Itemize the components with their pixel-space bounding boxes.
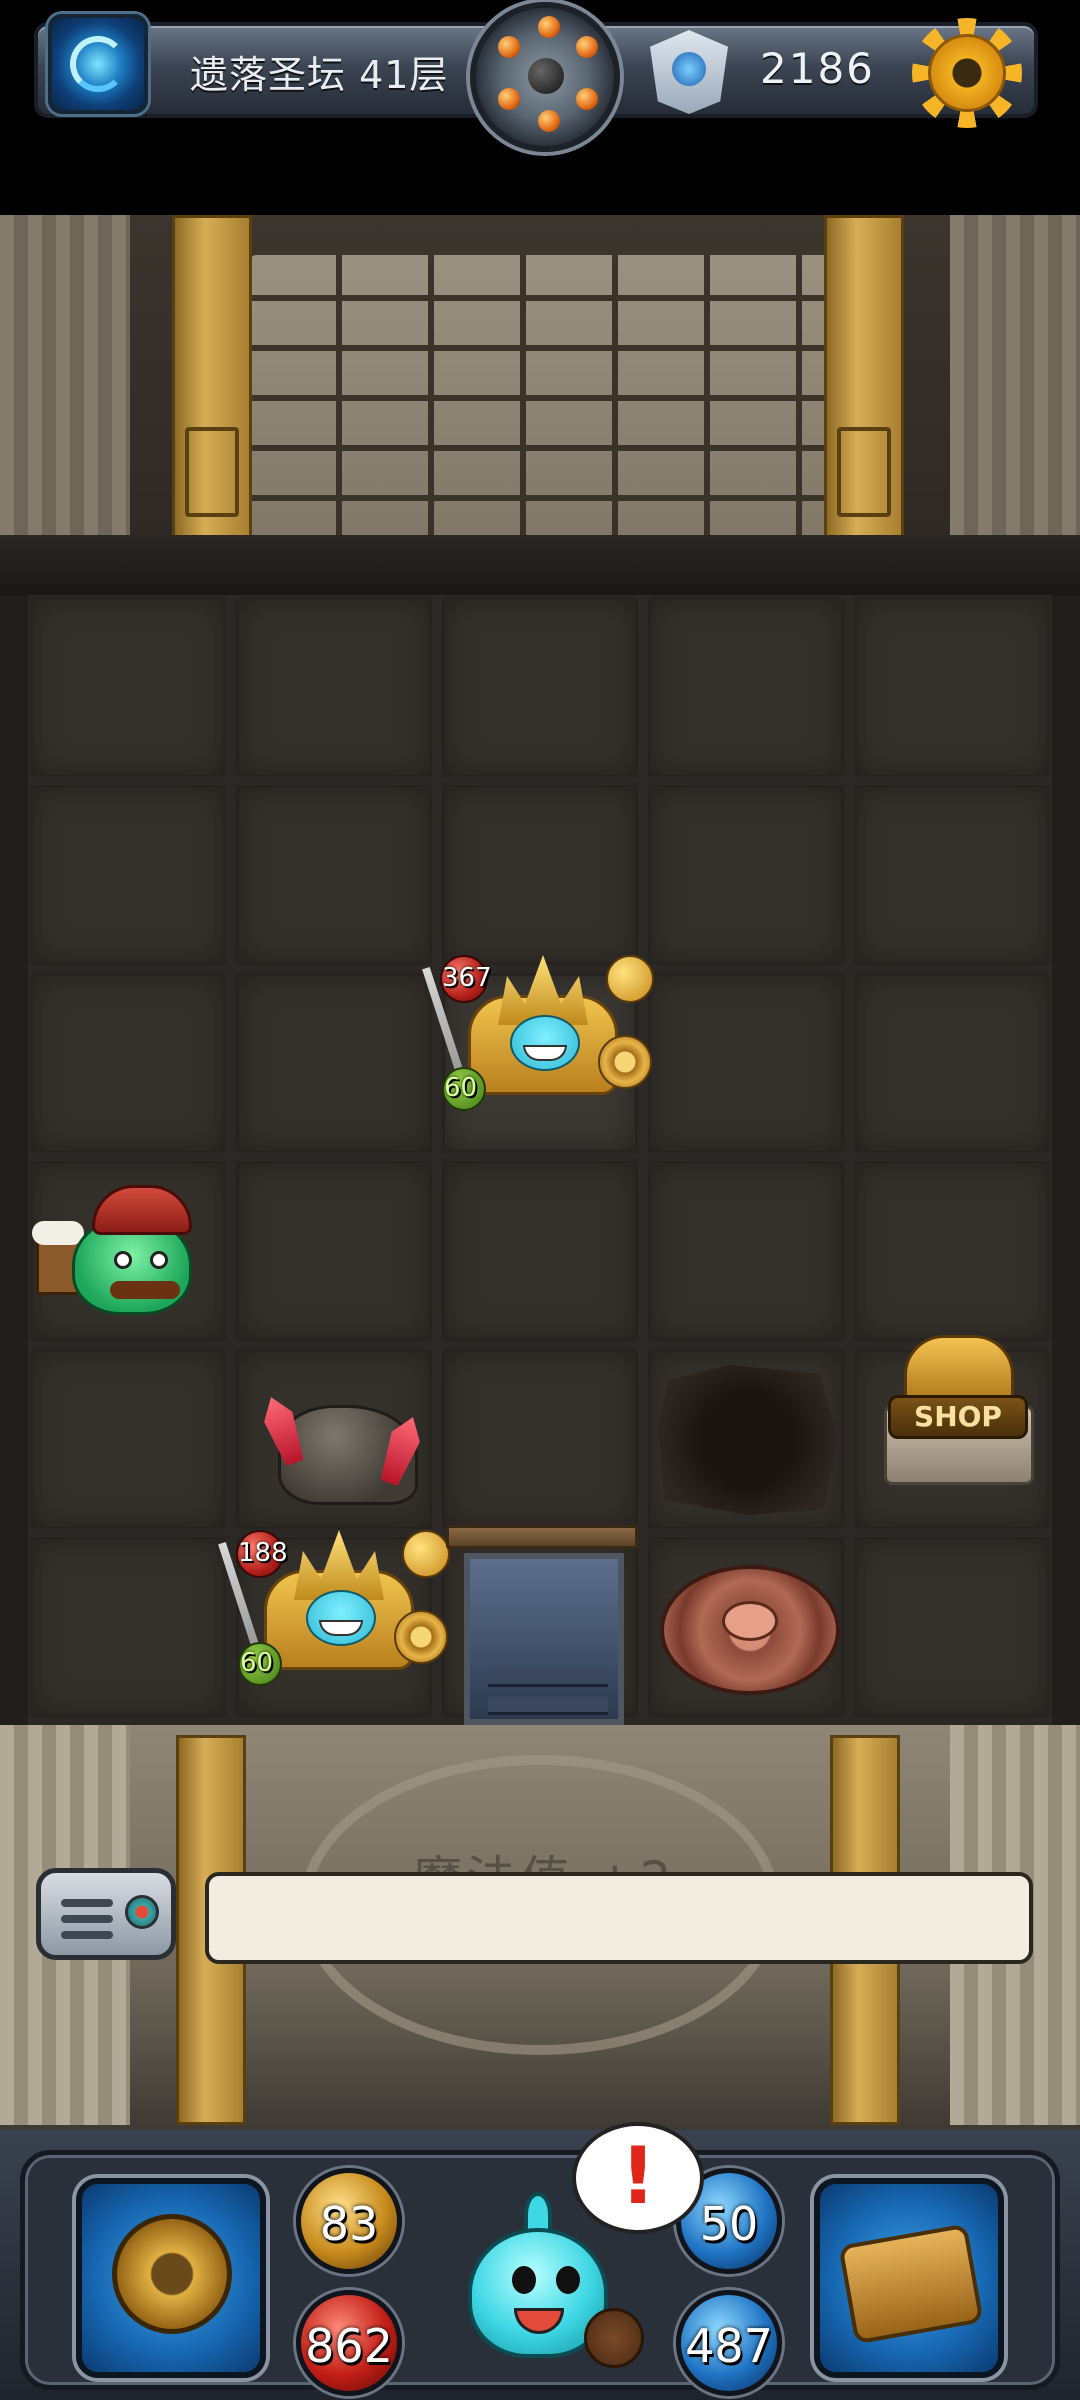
grid-cell[interactable] — [30, 1537, 226, 1717]
left-pillar — [0, 215, 130, 535]
stairs-down[interactable] — [464, 1553, 624, 1725]
gold-post-left — [172, 215, 252, 540]
grid-cell[interactable] — [442, 1161, 638, 1341]
alert-bubble[interactable]: ! — [572, 2122, 704, 2234]
hp-value: 862 — [305, 2319, 393, 2373]
radio-icon — [125, 1895, 159, 1929]
golden-knight-enemy[interactable]: 188 60 — [218, 1530, 454, 1700]
mana-stat: 487 — [676, 2290, 782, 2396]
right-pillar — [950, 215, 1080, 535]
gold-amount: 2186 — [760, 44, 875, 93]
grid-cell[interactable] — [854, 785, 1050, 965]
dungeon-grid: 367 60 SHOP 188 60 — [28, 595, 1052, 1725]
bomb-slot — [498, 36, 520, 58]
message-box — [205, 1872, 1033, 1964]
attack-stat: 83 — [296, 2168, 402, 2274]
bomb-slot — [576, 88, 598, 110]
shop-sign: SHOP — [888, 1395, 1028, 1439]
enemy-hp: 188 — [238, 1538, 288, 1568]
bomb-wheel-button[interactable] — [470, 2, 620, 152]
grid-cell[interactable] — [648, 973, 844, 1153]
enemy-defense: 60 — [444, 1073, 478, 1103]
grid-cell[interactable] — [236, 597, 432, 777]
bomb-slot — [498, 88, 520, 110]
grid-cell[interactable] — [30, 973, 226, 1153]
attack-badge-icon — [402, 1530, 450, 1578]
grid-cell[interactable] — [236, 973, 432, 1153]
portal-button[interactable] — [48, 14, 148, 114]
grid-cell[interactable] — [648, 597, 844, 777]
spellbook-icon — [838, 2223, 984, 2345]
shop[interactable]: SHOP — [874, 1335, 1044, 1505]
wooden-beam — [446, 1525, 638, 1549]
grid-cell[interactable] — [442, 785, 638, 965]
grid-cell[interactable] — [854, 973, 1050, 1153]
grid-cell[interactable] — [30, 597, 226, 777]
wall-rim — [0, 535, 1080, 595]
attack-value: 83 — [319, 2197, 379, 2251]
hp-stat: 862 — [296, 2290, 402, 2396]
grid-cell[interactable] — [30, 785, 226, 965]
grid-cell[interactable] — [854, 1537, 1050, 1717]
alert-mark: ! — [620, 2132, 656, 2222]
bomb-slot — [576, 36, 598, 58]
bomb-slot — [538, 16, 560, 38]
grid-cell[interactable] — [648, 785, 844, 965]
red-crystal-ore[interactable] — [248, 1365, 438, 1525]
grid-cell[interactable] — [236, 1161, 432, 1341]
bomb-wheel-icon — [528, 58, 564, 94]
bomb-slot — [538, 110, 560, 132]
grid-cell[interactable] — [442, 1349, 638, 1529]
spellbook-button[interactable] — [814, 2178, 1004, 2378]
attack-badge-icon — [606, 955, 654, 1003]
mana-value: 487 — [685, 2319, 773, 2373]
compass-helmet-icon — [112, 2214, 232, 2334]
golden-knight-enemy[interactable]: 367 60 — [422, 955, 658, 1125]
grid-cell[interactable] — [30, 1349, 226, 1529]
enemy-hp: 367 — [442, 963, 492, 993]
grid-cell[interactable] — [236, 785, 432, 965]
grid-cell[interactable] — [442, 597, 638, 777]
stone-wall — [250, 255, 830, 545]
gem-icon — [650, 30, 728, 114]
grid-cell[interactable] — [854, 1161, 1050, 1341]
summoning-altar[interactable] — [650, 1545, 850, 1715]
grid-cell[interactable] — [648, 1161, 844, 1341]
shield-icon — [394, 1610, 448, 1664]
equipment-button[interactable] — [76, 2178, 266, 2378]
radio-button[interactable] — [36, 1868, 176, 1960]
gold-post-right — [824, 215, 904, 540]
enemy-defense: 60 — [240, 1648, 274, 1678]
settings-button[interactable] — [912, 18, 1022, 128]
grid-cell[interactable] — [854, 597, 1050, 777]
wooden-shield-icon — [584, 2308, 644, 2368]
floor-title: 遗落圣坛 41层 — [190, 53, 449, 97]
floor-pit[interactable] — [658, 1365, 838, 1515]
merchant-npc[interactable] — [32, 1185, 232, 1335]
portal-icon — [70, 36, 126, 92]
shield-icon — [598, 1035, 652, 1089]
